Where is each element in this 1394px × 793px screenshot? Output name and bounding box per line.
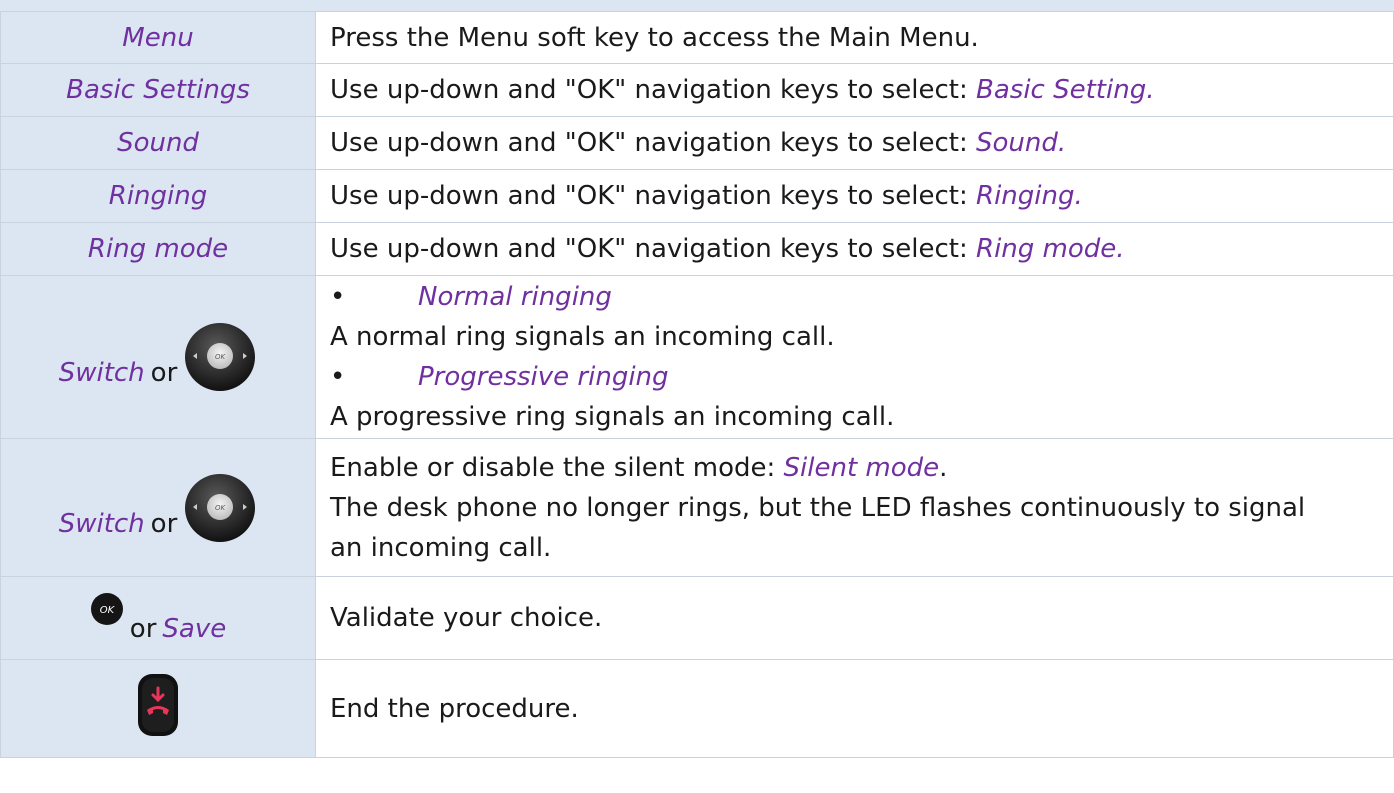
svg-text:OK: OK	[215, 353, 227, 361]
step-description: Use up-down and "OK" navigation keys to …	[315, 169, 1394, 223]
key-group: Switch or OK	[59, 471, 258, 545]
step-key-sound: Sound	[0, 116, 316, 170]
step-description-text: Validate your choice.	[330, 603, 603, 633]
bullet-marker: •	[330, 362, 346, 392]
svg-text:OK: OK	[100, 605, 116, 616]
step-description: Validate your choice.	[315, 576, 1394, 660]
step-key-ringing: Ringing	[0, 169, 316, 223]
step-key-menu: Menu	[0, 11, 316, 64]
step-key-ok-or-save: OK or Save	[0, 576, 316, 660]
step-description-term: Basic Setting.	[976, 75, 1155, 105]
table-row: Switch or OK	[0, 438, 1394, 577]
step-key-switch: Switch or OK	[0, 438, 316, 577]
table-row: Ring mode Use up-down and "OK" navigatio…	[0, 222, 1394, 276]
step-description: Press the Menu soft key to access the Ma…	[315, 11, 1394, 64]
ok-button-icon: OK	[90, 593, 123, 625]
procedure-table: Menu Press the Menu soft key to access t…	[0, 11, 1394, 758]
save-softkey-label: Save	[162, 614, 227, 644]
step-description-term: Sound.	[976, 128, 1067, 158]
table-row: OK or Save Validate your choice.	[0, 576, 1394, 660]
step-description: • Normal ringing A normal ring signals a…	[315, 275, 1394, 439]
step-key-switch: Switch or OK	[0, 275, 316, 439]
navigation-pad-icon: OK	[185, 323, 256, 391]
step-description: Use up-down and "OK" navigation keys to …	[315, 116, 1394, 170]
step-description-text: Use up-down and "OK" navigation keys to …	[330, 234, 976, 264]
or-label: or	[150, 508, 178, 539]
step-description-text: Enable or disable the silent mode:	[330, 452, 784, 483]
table-row: Sound Use up-down and "OK" navigation ke…	[0, 116, 1394, 170]
step-description: Use up-down and "OK" navigation keys to …	[315, 63, 1394, 117]
step-description-text: Use up-down and "OK" navigation keys to …	[330, 181, 976, 211]
step-key-hang-up	[0, 659, 316, 758]
table-row: End the procedure.	[0, 659, 1394, 758]
step-key-basic-settings: Basic Settings	[0, 63, 316, 117]
table-row: Ringing Use up-down and "OK" navigation …	[0, 169, 1394, 223]
step-description-text: Use up-down and "OK" navigation keys to …	[330, 75, 976, 105]
key-group: Switch or OK	[59, 320, 258, 394]
silent-mode-line: Enable or disable the silent mode: Silen…	[330, 448, 1393, 488]
step-description: Use up-down and "OK" navigation keys to …	[315, 222, 1394, 276]
option-description: A progressive ring signals an incoming c…	[330, 402, 895, 432]
step-description-period: .	[939, 452, 948, 483]
table-row: Basic Settings Use up-down and "OK" navi…	[0, 63, 1394, 117]
step-description: Enable or disable the silent mode: Silen…	[315, 438, 1394, 577]
or-label: or	[150, 358, 178, 388]
hang-up-key-icon	[138, 674, 178, 736]
step-description-term: Ringing.	[976, 181, 1083, 211]
option-normal-ringing: Normal ringing	[418, 282, 612, 312]
step-description-term: Ring mode.	[976, 234, 1125, 264]
step-description: End the procedure.	[315, 659, 1394, 758]
bullet-marker: •	[330, 282, 346, 312]
step-description-text: End the procedure.	[330, 693, 579, 724]
switch-softkey-label: Switch	[58, 358, 145, 388]
option-description: A normal ring signals an incoming call.	[330, 322, 835, 352]
step-description-text: Press the Menu soft key to access the Ma…	[330, 22, 979, 53]
table-row: Menu Press the Menu soft key to access t…	[0, 11, 1394, 64]
option-progressive-ringing: Progressive ringing	[418, 362, 669, 392]
bullet-item: • Normal ringing	[330, 277, 1393, 317]
table-row: Switch or OK	[0, 275, 1394, 439]
step-description-text: Use up-down and "OK" navigation keys to …	[330, 128, 976, 158]
silent-mode-explanation: The desk phone no longer rings, but the …	[330, 492, 1306, 563]
key-group: OK or Save	[90, 592, 226, 644]
bullet-item: • Progressive ringing	[330, 357, 1393, 397]
svg-text:OK: OK	[215, 504, 227, 512]
or-label: or	[129, 614, 157, 644]
switch-softkey-label: Switch	[58, 508, 145, 539]
step-key-ring-mode: Ring mode	[0, 222, 316, 276]
step-description-term: Silent mode	[783, 452, 940, 483]
navigation-pad-icon: OK	[185, 473, 256, 542]
